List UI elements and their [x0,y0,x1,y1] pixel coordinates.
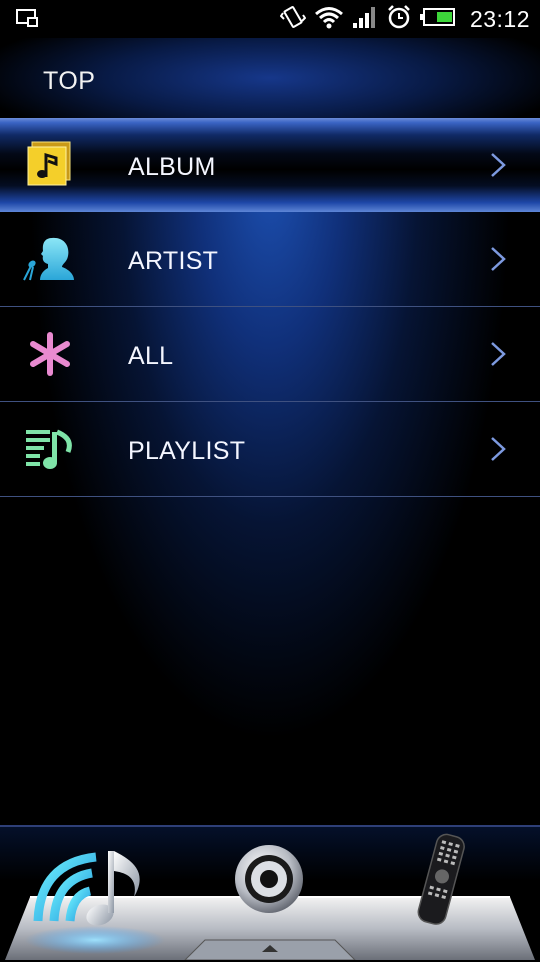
status-bar: 23:12 [0,0,540,38]
vibrate-icon [279,4,307,35]
menu-item-album[interactable]: ALBUM [0,118,540,212]
album-icon [22,140,76,190]
all-icon [22,329,76,379]
chevron-right-icon [489,436,507,462]
chevron-right-icon [489,341,507,367]
menu-item-label: ALL [128,342,174,370]
speaker-button[interactable] [232,842,306,916]
menu-item-all[interactable]: ALL [0,307,540,402]
music-wifi-button[interactable] [30,843,150,933]
page-title: TOP [43,67,96,95]
menu-item-artist[interactable]: ARTIST [0,212,540,307]
chevron-right-icon [489,152,507,178]
screen-cast-icon [16,8,38,33]
main-content: TOP ALBUM ARTIST ALL PLAYLIST [0,38,540,825]
signal-icon [352,5,378,34]
battery-icon [419,6,456,33]
menu-item-label: ALBUM [128,153,216,181]
remote-control-button[interactable] [410,832,470,928]
artist-icon [22,234,76,284]
menu-item-playlist[interactable]: PLAYLIST [0,402,540,497]
remote-control-icon [417,833,465,925]
wifi-icon [314,5,344,34]
chevron-right-icon [489,246,507,272]
header: TOP [0,38,540,118]
menu-item-label: ARTIST [128,247,219,275]
menu-item-label: PLAYLIST [128,437,246,465]
alarm-icon [386,4,412,35]
playlist-icon [22,424,76,474]
speaker-icon [235,845,303,913]
clock-text: 23:12 [469,6,530,32]
music-wifi-icon [33,851,140,926]
menu-list: ALBUM ARTIST ALL PLAYLIST [0,118,540,497]
